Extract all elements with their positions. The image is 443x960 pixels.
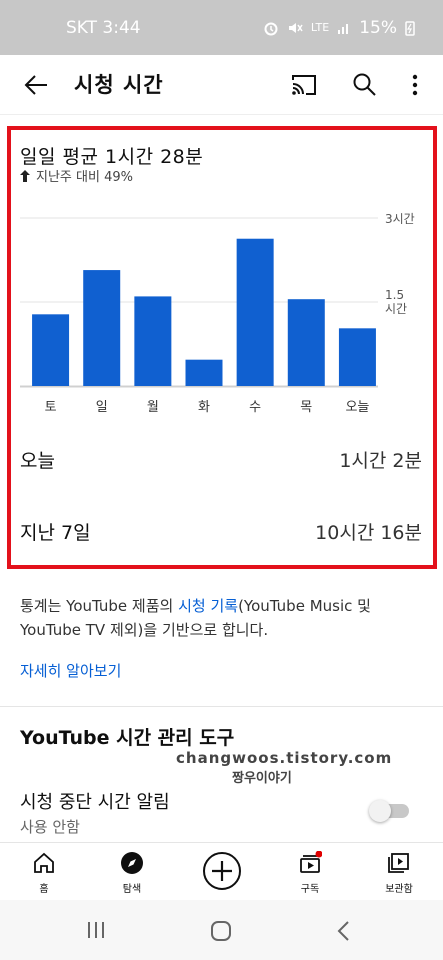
stat-week-label: 지난 7일	[20, 522, 91, 544]
ytick-label-top: 3시간	[385, 212, 415, 226]
page-title: 시청 시간	[74, 73, 164, 97]
system-nav-bar	[0, 900, 443, 960]
watermark-name: 짱우이야기	[232, 771, 292, 786]
stat-today: 오늘 1시간 2분	[20, 446, 422, 473]
watermark-url: changwoos.tistory.com	[176, 749, 393, 767]
battery-charging-icon	[405, 20, 415, 36]
chart-bar-3[interactable]	[185, 359, 223, 386]
nav-home[interactable]: 홈	[0, 843, 88, 901]
app-bar: 시청 시간	[0, 55, 443, 115]
watch-history-link[interactable]: 시청 기록	[178, 597, 238, 615]
stats-description: 통계는 YouTube 제품의 시청 기록(YouTube Music 및 Yo…	[20, 594, 430, 642]
x-tick-label: 일	[95, 400, 108, 415]
back-button-icon[interactable]	[336, 920, 350, 942]
status-icons: LTE 15%	[263, 18, 415, 38]
x-tick-label: 화	[198, 400, 210, 415]
weekly-delta: 지난주 대비 49%	[20, 166, 133, 185]
chart-svg	[20, 217, 378, 388]
cast-icon[interactable]	[290, 72, 318, 98]
stat-week: 지난 7일 10시간 16분	[20, 518, 422, 545]
tools-section-title: YouTube 시간 관리 도구	[20, 727, 235, 749]
nav-home-label: 홈	[39, 884, 49, 895]
stat-today-label: 오늘	[20, 450, 55, 472]
network-label: LTE	[310, 21, 330, 34]
status-bar: SKT 3:44 LTE 15%	[0, 0, 443, 55]
toggle-knob	[369, 800, 391, 822]
x-tick-label: 오늘	[345, 400, 370, 415]
mute-icon	[288, 22, 303, 33]
create-plus-icon[interactable]	[202, 851, 242, 891]
nav-subscriptions[interactable]: 구독	[266, 843, 354, 901]
break-reminder-title: 시청 중단 시간 알림	[20, 792, 170, 813]
chart-bar-0[interactable]	[32, 314, 70, 386]
arrow-up-icon	[20, 169, 30, 182]
battery-percent: 15%	[359, 17, 397, 38]
search-icon[interactable]	[351, 71, 377, 97]
chart-bar-6[interactable]	[338, 328, 376, 386]
stat-today-value: 1시간 2분	[339, 450, 422, 472]
learn-more-link[interactable]: 자세히 알아보기	[20, 660, 121, 681]
break-reminder-toggle[interactable]	[369, 800, 411, 822]
compass-icon	[121, 852, 143, 874]
desc-part1: 통계는 YouTube 제품의	[20, 597, 179, 615]
subscriptions-icon	[300, 851, 322, 873]
home-button-icon[interactable]	[210, 920, 232, 942]
stat-week-value: 10시간 16분	[315, 522, 422, 544]
bottom-nav: 홈 탐색 구독 보관함	[0, 842, 443, 900]
x-tick-label: 월	[146, 400, 159, 415]
daily-average-title: 일일 평균 1시간 28분	[20, 146, 204, 168]
signal-icon	[338, 23, 349, 34]
x-tick-label: 목	[300, 400, 313, 415]
chart-bar-1[interactable]	[83, 270, 121, 386]
chart-bar-5[interactable]	[287, 299, 325, 386]
alarm-icon	[264, 22, 278, 35]
nav-library-label: 보관함	[385, 884, 413, 895]
recent-apps-icon[interactable]	[86, 920, 106, 940]
library-icon	[388, 853, 409, 873]
x-tick-label: 토	[44, 400, 57, 415]
nav-explore[interactable]: 탐색	[88, 843, 176, 901]
ytick-label-mid: 1.5시간	[385, 288, 408, 316]
status-time: SKT 3:44	[66, 17, 141, 38]
chart-bar-2[interactable]	[134, 296, 172, 386]
x-tick-label: 수	[249, 400, 262, 415]
weekly-delta-text: 지난주 대비 49%	[36, 170, 133, 185]
nav-library[interactable]: 보관함	[355, 843, 443, 901]
home-icon	[34, 852, 54, 873]
back-arrow-icon[interactable]	[22, 71, 50, 99]
nav-subscriptions-label: 구독	[300, 884, 320, 895]
break-reminder-status: 사용 안함	[20, 818, 80, 836]
more-vert-icon[interactable]	[405, 71, 425, 99]
chart-bar-4[interactable]	[236, 238, 274, 386]
nav-explore-label: 탐색	[122, 884, 142, 895]
watch-time-chart: 3시간 1.5시간 토 일 월 화 수 목 오늘	[0, 200, 443, 420]
section-divider	[0, 706, 443, 707]
